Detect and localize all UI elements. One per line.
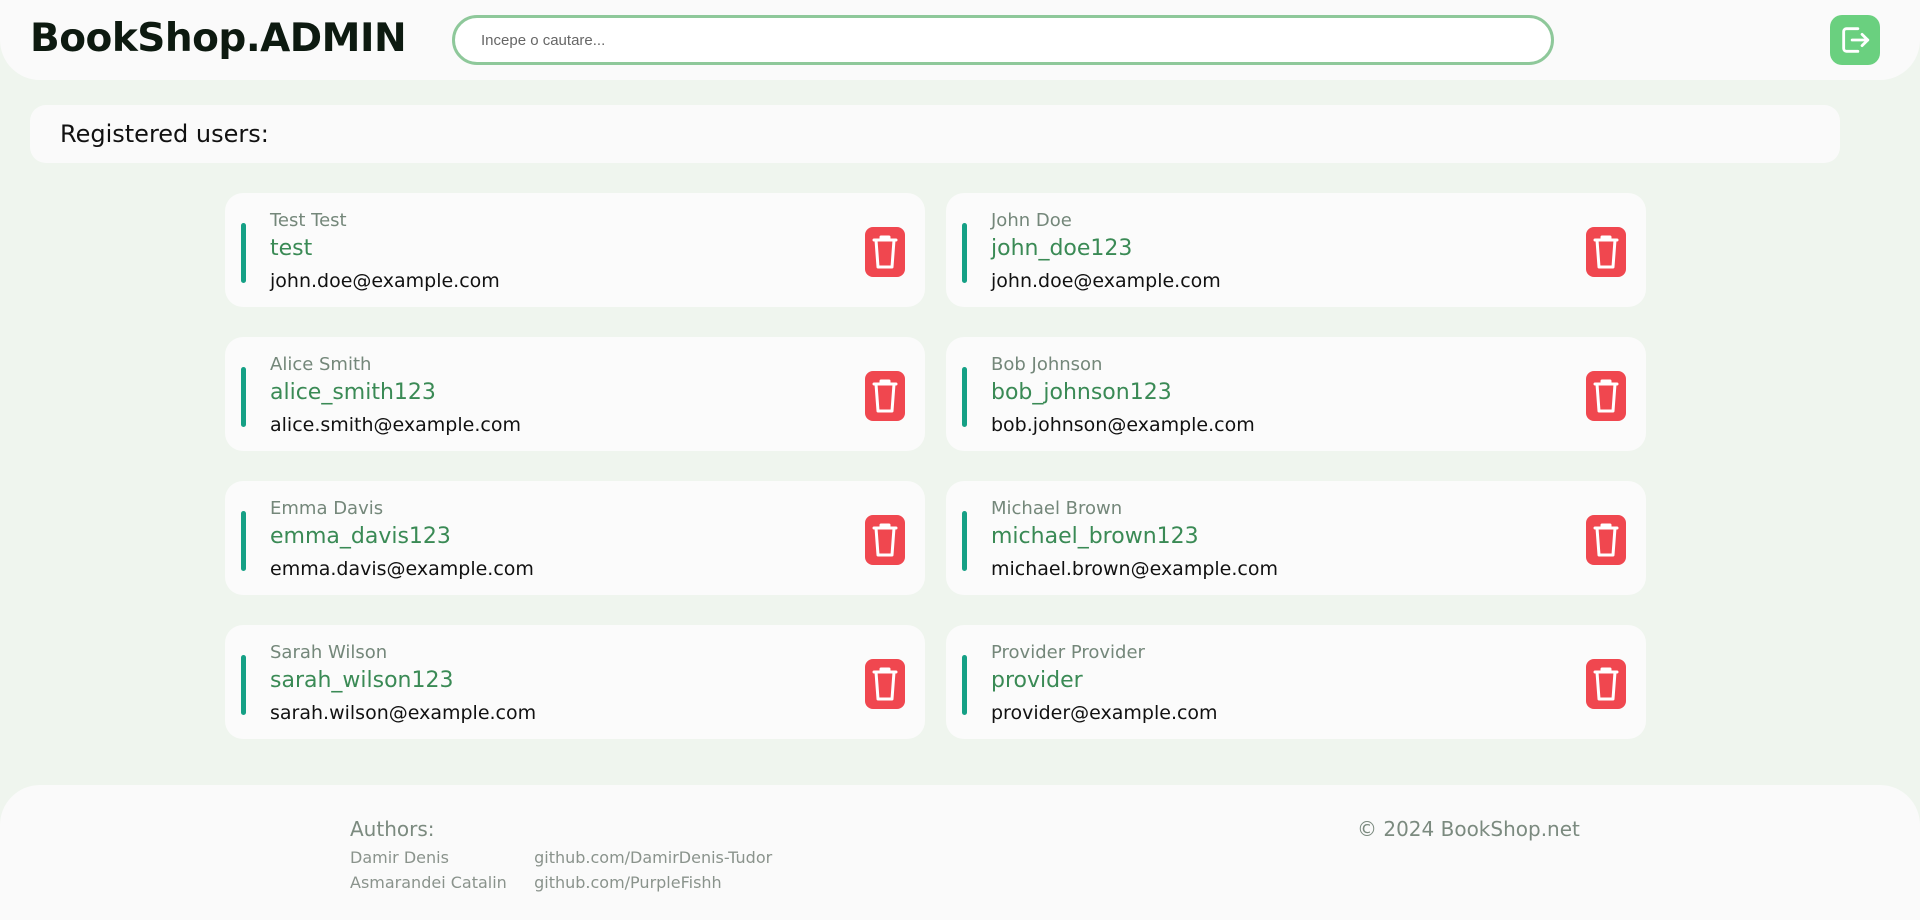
card-accent-bar — [241, 367, 246, 427]
user-username: alice_smith123 — [270, 380, 436, 405]
user-card: Emma Davis emma_davis123 emma.davis@exam… — [225, 481, 925, 595]
footer: Authors: Damir Denis github.com/DamirDen… — [0, 785, 1920, 920]
user-card: Bob Johnson bob_johnson123 bob.johnson@e… — [946, 337, 1646, 451]
user-username: john_doe123 — [991, 236, 1133, 261]
user-email: alice.smith@example.com — [270, 414, 521, 436]
card-accent-bar — [962, 223, 967, 283]
user-full-name: John Doe — [991, 210, 1072, 231]
user-email: john.doe@example.com — [991, 270, 1221, 292]
user-email: provider@example.com — [991, 702, 1218, 724]
user-full-name: Bob Johnson — [991, 354, 1103, 375]
trash-icon — [1593, 235, 1619, 269]
user-username: emma_davis123 — [270, 524, 451, 549]
user-full-name: Test Test — [270, 210, 347, 231]
user-card: Test Test test john.doe@example.com — [225, 193, 925, 307]
user-card: Sarah Wilson sarah_wilson123 sarah.wilso… — [225, 625, 925, 739]
user-full-name: Provider Provider — [991, 642, 1145, 663]
delete-user-button[interactable] — [865, 659, 905, 709]
search-input[interactable] — [452, 15, 1554, 65]
card-accent-bar — [962, 511, 967, 571]
trash-icon — [872, 379, 898, 413]
delete-user-button[interactable] — [1586, 659, 1626, 709]
page-title: Registered users: — [60, 120, 269, 148]
trash-icon — [872, 523, 898, 557]
trash-icon — [1593, 379, 1619, 413]
brand-logo[interactable]: BookShop.ADMIN — [30, 16, 407, 61]
user-username: provider — [991, 668, 1083, 693]
user-email: sarah.wilson@example.com — [270, 702, 537, 724]
user-card: Alice Smith alice_smith123 alice.smith@e… — [225, 337, 925, 451]
page-title-bar: Registered users: — [30, 105, 1840, 163]
card-accent-bar — [241, 655, 246, 715]
card-accent-bar — [241, 223, 246, 283]
user-full-name: Sarah Wilson — [270, 642, 388, 663]
user-email: bob.johnson@example.com — [991, 414, 1255, 436]
user-username: michael_brown123 — [991, 524, 1199, 549]
delete-user-button[interactable] — [865, 515, 905, 565]
user-card: Michael Brown michael_brown123 michael.b… — [946, 481, 1646, 595]
author-name: Damir Denis — [350, 848, 449, 867]
delete-user-button[interactable] — [1586, 515, 1626, 565]
logout-button[interactable] — [1830, 15, 1880, 65]
user-email: john.doe@example.com — [270, 270, 500, 292]
user-email: michael.brown@example.com — [991, 558, 1278, 580]
delete-user-button[interactable] — [865, 227, 905, 277]
header-bar: BookShop.ADMIN — [0, 0, 1920, 80]
author-row: Asmarandei Catalin github.com/PurpleFish… — [350, 873, 722, 892]
logout-icon — [1842, 27, 1870, 53]
user-username: test — [270, 236, 313, 261]
card-accent-bar — [962, 367, 967, 427]
author-row: Damir Denis github.com/DamirDenis-Tudor — [350, 848, 772, 867]
trash-icon — [872, 235, 898, 269]
trash-icon — [1593, 523, 1619, 557]
user-card: John Doe john_doe123 john.doe@example.co… — [946, 193, 1646, 307]
trash-icon — [872, 667, 898, 701]
copyright-text: © 2024 BookShop.net — [1357, 817, 1580, 841]
user-username: sarah_wilson123 — [270, 668, 454, 693]
user-email: emma.davis@example.com — [270, 558, 534, 580]
delete-user-button[interactable] — [1586, 227, 1626, 277]
author-github-link[interactable]: github.com/PurpleFishh — [534, 873, 722, 892]
author-github-link[interactable]: github.com/DamirDenis-Tudor — [534, 848, 772, 867]
card-accent-bar — [241, 511, 246, 571]
card-accent-bar — [962, 655, 967, 715]
user-full-name: Emma Davis — [270, 498, 384, 519]
delete-user-button[interactable] — [1586, 371, 1626, 421]
user-card-grid: Test Test test john.doe@example.com John… — [225, 193, 1646, 739]
user-full-name: Michael Brown — [991, 498, 1123, 519]
author-name: Asmarandei Catalin — [350, 873, 507, 892]
user-card: Provider Provider provider provider@exam… — [946, 625, 1646, 739]
delete-user-button[interactable] — [865, 371, 905, 421]
trash-icon — [1593, 667, 1619, 701]
authors-title: Authors: — [350, 817, 435, 841]
user-username: bob_johnson123 — [991, 380, 1172, 405]
user-full-name: Alice Smith — [270, 354, 372, 375]
